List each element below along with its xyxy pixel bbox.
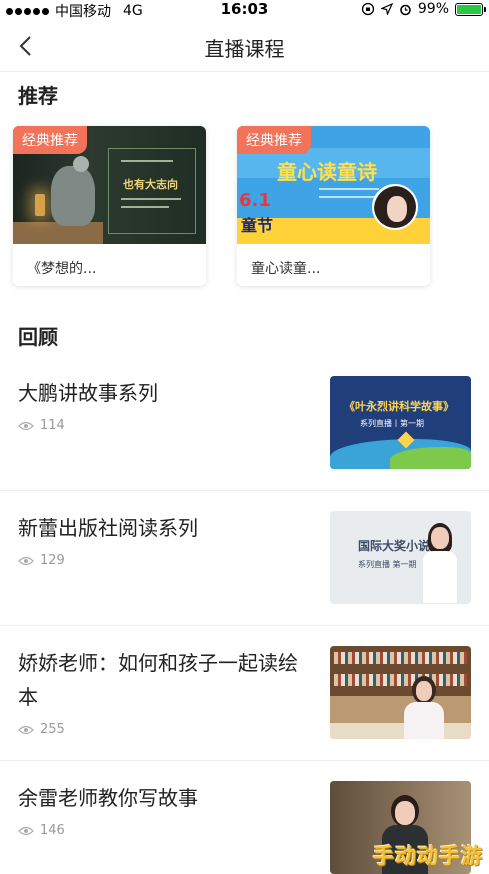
view-count-value: 255 — [40, 722, 65, 737]
classic-badge: 经典推荐 — [237, 126, 311, 154]
view-count: 114 — [18, 418, 65, 433]
battery-level — [457, 4, 481, 14]
section-heading-recommended: 推荐 — [18, 84, 58, 108]
course-thumbnail — [330, 646, 471, 739]
eye-icon — [18, 421, 34, 431]
poster-text: 也有大志向 — [123, 178, 178, 191]
orientation-lock-icon — [361, 2, 375, 16]
screen: 中国移动 4G 16:03 99% 直播课程 推荐 也有大志向 经典推荐 《梦想… — [0, 0, 489, 874]
view-count: 129 — [18, 553, 65, 568]
recommended-row: 也有大志向 经典推荐 《梦想的... 童心读童诗 6.1 童节 经典推荐 童心读… — [13, 126, 430, 286]
thumb-title: 《叶永烈讲科学故事》 — [344, 400, 454, 413]
card-caption: 《梦想的... — [27, 261, 97, 277]
list-item[interactable]: 娇娇老师：如何和孩子一起读绘本 255 — [0, 626, 489, 761]
view-count: 146 — [18, 823, 65, 838]
eye-icon — [18, 556, 34, 566]
item-title: 娇娇老师：如何和孩子一起读绘本 — [18, 651, 298, 709]
classic-badge: 经典推荐 — [13, 126, 87, 154]
alarm-icon — [400, 4, 411, 15]
status-right: 99% — [361, 1, 486, 17]
list-item[interactable]: 新蕾出版社阅读系列 129 国际大奖小说 系列直播 第一期 — [0, 491, 489, 626]
recommended-card-2[interactable]: 童心读童诗 6.1 童节 经典推荐 童心读童... — [237, 126, 430, 286]
location-icon — [380, 3, 393, 15]
view-count-value: 146 — [40, 823, 65, 838]
section-heading-review: 回顾 — [18, 325, 58, 349]
page-title: 直播课程 — [204, 37, 285, 61]
eye-icon — [18, 826, 34, 836]
thumb-sub: 系列直播 第一期 — [358, 560, 417, 569]
item-title: 新蕾出版社阅读系列 — [18, 516, 198, 540]
view-count-value: 114 — [40, 418, 65, 433]
course-thumbnail: 国际大奖小说 系列直播 第一期 — [330, 511, 471, 604]
item-title: 余雷老师教你写故事 — [18, 786, 198, 810]
eye-icon — [18, 725, 34, 735]
item-title: 大鹏讲故事系列 — [18, 381, 158, 405]
status-bar: 中国移动 4G 16:03 99% — [0, 0, 489, 20]
view-count: 255 — [18, 722, 65, 737]
recommended-card-1[interactable]: 也有大志向 经典推荐 《梦想的... — [13, 126, 206, 286]
thumb-sub: 系列直播丨第一期 — [360, 419, 424, 428]
card-caption: 童心读童... — [251, 261, 321, 277]
watermark-logo: 手动动手游 — [373, 844, 483, 868]
teacher-avatar — [372, 184, 418, 230]
list-item[interactable]: 大鹏讲故事系列 114 《叶永烈讲科学故事》 系列直播丨第一期 — [0, 356, 489, 491]
poster-text: 童心读童诗 — [277, 160, 377, 184]
review-list: 大鹏讲故事系列 114 《叶永烈讲科学故事》 系列直播丨第一期 新蕾出版社阅读系… — [0, 356, 489, 874]
view-count-value: 129 — [40, 553, 65, 568]
battery-percent: 99% — [417, 1, 449, 17]
poster-date: 6.1 — [239, 190, 271, 211]
poster-sub: 童节 — [241, 216, 274, 235]
battery-icon — [455, 2, 486, 16]
nav-bar: 直播课程 — [0, 20, 489, 72]
thumb-title: 国际大奖小说 — [358, 539, 431, 553]
course-thumbnail: 《叶永烈讲科学故事》 系列直播丨第一期 — [330, 376, 471, 469]
